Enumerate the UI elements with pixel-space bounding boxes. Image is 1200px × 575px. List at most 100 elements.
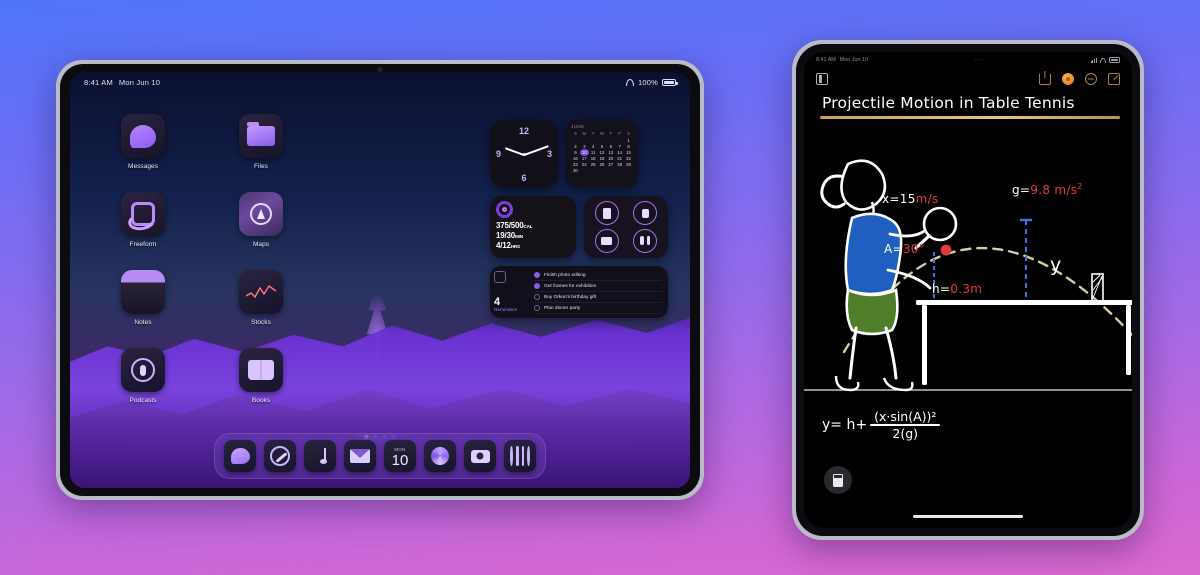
table-leg-left <box>922 305 927 385</box>
angle-label: A= <box>884 242 903 256</box>
app-icon-messages[interactable]: Messages <box>100 114 186 170</box>
note-title: Projectile Motion in Table Tennis <box>822 94 1075 112</box>
reminders-title: Reminders <box>494 308 518 313</box>
case-icon <box>594 228 619 253</box>
app-label: Stocks <box>251 319 271 326</box>
status-time: 8:41 AM <box>816 57 836 63</box>
note-canvas[interactable]: Projectile Motion in Table Tennis x=15m/… <box>804 52 1132 528</box>
reminder-checkbox[interactable] <box>534 283 540 289</box>
more-circle-icon[interactable] <box>1085 73 1097 85</box>
clock-mark-9: 9 <box>496 149 502 159</box>
reminders-count: 4 <box>494 296 501 308</box>
calendar-empty-cell <box>589 168 598 174</box>
velocity-unit: m/s <box>915 192 939 206</box>
calendar-empty-cell <box>598 168 607 174</box>
ipad-landscape-device: 8:41 AM Mon Jun 10 100% Messages Files F… <box>56 60 704 500</box>
app-icon-notes[interactable]: Notes <box>100 270 186 326</box>
reminders-list-icon <box>494 271 506 283</box>
reminder-item[interactable]: Buy Orkun's birthday gift <box>534 292 662 303</box>
reminder-item[interactable]: Get frames for exhibition <box>534 281 662 292</box>
dock-item-messages[interactable] <box>224 440 256 472</box>
calendar-empty-cell <box>580 168 589 174</box>
dock-item-mail[interactable] <box>344 440 376 472</box>
activity-rings-icon <box>496 201 513 218</box>
app-label: Messages <box>127 163 159 170</box>
right-shoe <box>882 377 914 392</box>
dock: MON 10 <box>214 433 546 479</box>
dock-item-photos[interactable] <box>424 440 456 472</box>
wifi-icon <box>626 78 635 86</box>
podcasts-icon <box>121 348 165 392</box>
gravity-unit: m/s <box>1054 183 1078 197</box>
sidebar-icon[interactable] <box>816 73 828 85</box>
app-icon-files[interactable]: Files <box>218 114 304 170</box>
clock-center-pin <box>522 152 526 156</box>
calendar-empty-cell <box>606 168 615 174</box>
app-icon-maps[interactable]: Maps <box>218 192 304 248</box>
ipad-portrait-device: 8:41 AM Mon Jun 10 ··· Projectile Motion… <box>792 40 1144 540</box>
messages-icon <box>121 114 165 158</box>
status-date: Mon Jun 10 <box>839 57 868 63</box>
ipad-right-screen[interactable]: 8:41 AM Mon Jun 10 ··· Projectile Motion… <box>804 52 1132 528</box>
velocity-label: x= <box>882 192 900 206</box>
dock-item-music[interactable] <box>304 440 336 472</box>
ipad-left-screen[interactable]: 8:41 AM Mon Jun 10 100% Messages Files F… <box>70 72 690 488</box>
fitness-stand-value: 4/12 <box>496 241 511 250</box>
watch-icon <box>633 201 658 226</box>
share-icon[interactable] <box>1039 73 1051 85</box>
reminder-item[interactable]: Plan dinner party <box>534 303 662 314</box>
clock-mark-12: 12 <box>518 126 530 136</box>
height-label: h= <box>932 282 951 296</box>
ball-marker <box>940 244 952 256</box>
fitness-widget[interactable]: 375/500CAL 19/30MIN 4/12HRS <box>490 196 576 258</box>
app-icon-podcasts[interactable]: Podcasts <box>100 348 186 404</box>
reminder-checkbox[interactable] <box>534 294 540 300</box>
reminder-label: Finish photo editing <box>544 272 586 278</box>
calendar-day-cell[interactable]: 30 <box>571 168 580 174</box>
height-annotation: h=0.3m <box>932 282 982 296</box>
stocks-icon <box>239 270 283 314</box>
maps-icon <box>239 192 283 236</box>
stocks-chart-glyph <box>246 284 276 299</box>
formula-lhs: y= h+ <box>822 417 868 434</box>
app-grid: Messages Files Freeform Maps Notes Stock… <box>100 114 304 404</box>
wifi-icon <box>1100 57 1106 63</box>
avatar-icon[interactable] <box>1062 73 1074 85</box>
multitask-handle[interactable]: ··· <box>975 57 984 63</box>
fitness-stand: 4/12HRS <box>496 241 570 251</box>
app-label: Notes <box>134 319 152 326</box>
dock-item-safari[interactable] <box>264 440 296 472</box>
reminder-label: Plan dinner party <box>544 305 581 311</box>
status-bar: 8:41 AM Mon Jun 10 100% <box>70 72 690 92</box>
app-icon-freeform[interactable]: Freeform <box>100 192 186 248</box>
fitness-move-unit: CAL <box>523 224 533 229</box>
reminders-widget[interactable]: 4 Reminders Finish photo editing Get fram… <box>490 266 668 318</box>
reminder-checkbox[interactable] <box>534 305 540 311</box>
calendar-widget[interactable]: JUNE S M T W T F S 1 2 3 4 5 6 7 8 9 10 11 12 13 14 15 16 17 18 1… <box>566 120 638 188</box>
battery-icon <box>662 78 678 86</box>
clock-mark-3: 3 <box>546 149 552 159</box>
compose-icon[interactable] <box>1108 73 1120 85</box>
dock-item-calendar[interactable]: MON 10 <box>384 440 416 472</box>
app-icon-stocks[interactable]: Stocks <box>218 270 304 326</box>
ipad-left-bezel: 8:41 AM Mon Jun 10 100% Messages Files F… <box>60 64 700 496</box>
batteries-widget[interactable] <box>584 196 668 258</box>
formula-numerator: (x·sin(A))² <box>874 409 937 425</box>
reminder-checkbox[interactable] <box>534 272 540 278</box>
height-unit: m <box>970 282 983 296</box>
dock-item-app-library[interactable] <box>504 440 536 472</box>
formula-denominator: 2(g) <box>892 425 919 441</box>
freeform-icon <box>121 192 165 236</box>
y-axis-label: y <box>1050 254 1062 276</box>
battery-percent: 100% <box>638 77 658 87</box>
reminder-item[interactable]: Finish photo editing <box>534 270 662 281</box>
notes-toolbar <box>804 69 1132 89</box>
clock-widget[interactable]: 12 3 6 9 <box>490 120 558 188</box>
app-label: Maps <box>252 241 270 248</box>
fitness-exercise-unit: MIN <box>515 234 523 239</box>
head <box>840 159 887 211</box>
app-icon-books[interactable]: Books <box>218 348 304 404</box>
formula-fraction: (x·sin(A))² 2(g) <box>870 409 941 441</box>
notes-status-bar: 8:41 AM Mon Jun 10 ··· <box>804 52 1132 68</box>
dock-item-camera[interactable] <box>464 440 496 472</box>
